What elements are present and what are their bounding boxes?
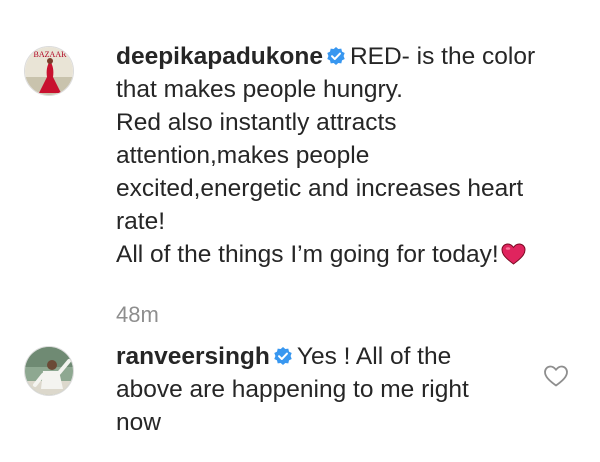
comment-text-line: excited,energetic and increases heart [116, 175, 524, 202]
verified-badge-icon [273, 342, 293, 365]
comment-line: ranveersingh Yes ! All of the [116, 340, 556, 373]
comment-body: deepikapadukone RED- is the color that ma… [116, 40, 556, 271]
comment-line: All of the things I’m going for today! [116, 238, 556, 271]
magazine-cover-avatar: BAZAAR [25, 47, 73, 95]
like-comment-button[interactable] [543, 364, 569, 388]
comment-text-line: that makes people hungry. [116, 76, 403, 103]
verified-badge-icon [326, 42, 346, 65]
comment-text-line: attention,makes people [116, 142, 370, 169]
comment-text-line: rate! [116, 208, 166, 235]
comment-timestamp[interactable]: 48m [116, 302, 159, 328]
comment-line: deepikapadukone RED- is the color [116, 40, 556, 73]
username-link[interactable]: deepikapadukone [116, 43, 323, 70]
comment-text-line: Red also instantly attracts [116, 109, 397, 136]
comment-text-line: All of the things I’m going for today! [116, 241, 499, 268]
comment-body: ranveersingh Yes ! All of the above are h… [116, 340, 556, 439]
profile-photo-avatar [25, 347, 73, 395]
comment-text-line: RED- is the color [349, 43, 536, 70]
comment-text-line: Yes ! All of the [296, 343, 452, 370]
comment-text-line: now [116, 409, 161, 436]
avatar-magazine-title: BAZAAR [34, 50, 68, 59]
avatar[interactable] [24, 346, 74, 396]
heart-outline-icon [544, 365, 568, 387]
username-link[interactable]: ranveersingh [116, 343, 270, 370]
comment-text-line: above are happening to me right [116, 376, 469, 403]
red-heart-icon [501, 241, 526, 265]
avatar[interactable]: BAZAAR [24, 46, 74, 96]
